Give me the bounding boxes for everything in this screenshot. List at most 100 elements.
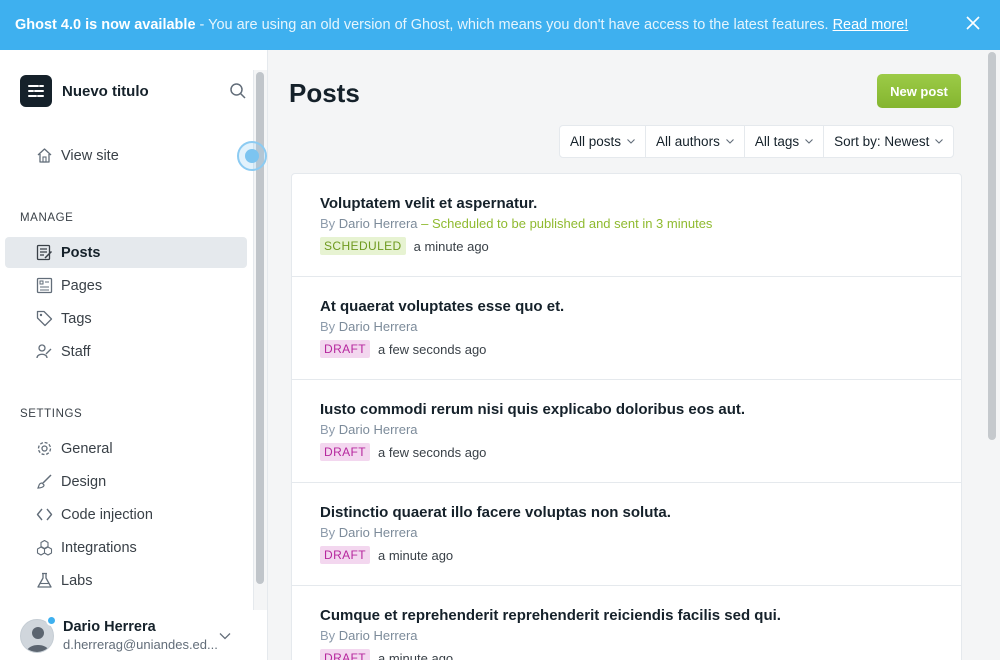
filter-label: All authors [656, 134, 720, 149]
post-filters: All posts All authors All tags Sort by: … [559, 125, 955, 158]
post-author: Dario Herrera [338, 628, 418, 643]
filter-label: All posts [570, 134, 622, 149]
post-meta: By Dario Herrera [320, 319, 418, 334]
banner-read-more-link[interactable]: Read more! [833, 17, 909, 33]
post-meta: By Dario Herrera [320, 422, 418, 437]
page-scrollbar-thumb[interactable] [988, 52, 996, 440]
filter-tag-select[interactable]: All tags [745, 126, 825, 157]
sidebar-item-label: Integrations [61, 539, 137, 556]
post-time: a minute ago [378, 650, 454, 660]
site-logo-icon [20, 75, 52, 107]
post-list-item[interactable]: Voluptatem velit et aspernatur. By Dario… [292, 174, 961, 277]
sidebar-item-labs[interactable]: Labs [5, 565, 247, 596]
status-badge: SCHEDULED [320, 237, 406, 255]
posts-list: Voluptatem velit et aspernatur. By Dario… [291, 173, 962, 660]
sidebar-item-general[interactable]: General [5, 433, 247, 464]
cursor-indicator [237, 141, 267, 171]
post-list-item[interactable]: Distinctio quaerat illo facere voluptas … [292, 483, 961, 586]
post-by: By [320, 525, 336, 540]
post-time: a few seconds ago [378, 444, 487, 460]
sidebar-item-label: Tags [61, 310, 92, 327]
settings-section-title: SETTINGS [20, 408, 83, 420]
sidebar-item-integrations[interactable]: Integrations [5, 532, 247, 563]
sidebar-item-label: General [61, 440, 113, 457]
manage-section-title: MANAGE [20, 212, 74, 224]
gear-icon [37, 441, 52, 456]
sidebar-item-staff[interactable]: Staff [5, 336, 247, 367]
sidebar-item-code-injection[interactable]: Code injection [5, 499, 247, 530]
upgrade-banner: Ghost 4.0 is now available - You are usi… [0, 0, 1000, 50]
brush-icon [37, 474, 52, 489]
banner-headline: Ghost 4.0 is now available [15, 17, 196, 33]
post-by: By [320, 422, 336, 437]
chevron-down-icon [725, 139, 734, 144]
post-author: Dario Herrera [338, 216, 418, 231]
home-icon [37, 148, 52, 163]
filter-label: Sort by: Newest [834, 134, 930, 149]
post-list-item[interactable]: At quaerat voluptates esse quo et. By Da… [292, 277, 961, 380]
post-title[interactable]: At quaerat voluptates esse quo et. [320, 298, 564, 315]
chevron-down-icon [935, 139, 944, 144]
search-icon[interactable] [229, 82, 247, 100]
sidebar-item-view-site[interactable]: View site [5, 140, 247, 171]
post-title[interactable]: Distinctio quaerat illo facere voluptas … [320, 504, 671, 521]
filter-sort-select[interactable]: Sort by: Newest [824, 126, 953, 157]
chevron-down-icon [627, 139, 635, 144]
filter-label: All tags [754, 134, 800, 149]
post-author: Dario Herrera [338, 422, 418, 437]
sidebar-item-posts[interactable]: Posts [5, 237, 247, 268]
status-badge: DRAFT [320, 340, 370, 358]
flask-icon [37, 572, 52, 588]
sidebar-item-tags[interactable]: Tags [5, 303, 247, 334]
sidebar-item-label: Staff [61, 343, 91, 360]
sidebar-item-label: Code injection [61, 506, 153, 523]
filter-author-select[interactable]: All authors [646, 126, 745, 157]
sidebar-item-label: Design [61, 473, 107, 490]
filter-type-select[interactable]: All posts [560, 126, 647, 157]
post-meta: By Dario Herrera – Scheduled to be publi… [320, 216, 712, 231]
user-menu[interactable]: Dario Herrera d.herrerag@uniandes.ed... [20, 615, 240, 656]
post-time: a minute ago [378, 547, 454, 563]
tag-icon [36, 310, 53, 327]
post-title[interactable]: Iusto commodi rerum nisi quis explicabo … [320, 401, 745, 418]
post-by: By [320, 319, 336, 334]
status-badge: DRAFT [320, 443, 370, 461]
new-post-button[interactable]: New post [877, 74, 961, 108]
notification-dot [46, 615, 57, 626]
post-time: a few seconds ago [378, 341, 487, 357]
site-title: Nuevo titulo [62, 82, 149, 100]
user-name: Dario Herrera [63, 619, 156, 635]
user-email: d.herrerag@uniandes.ed... [63, 637, 218, 652]
post-list-item[interactable]: Cumque et reprehenderit reprehenderit re… [292, 586, 961, 660]
post-list-item[interactable]: Iusto commodi rerum nisi quis explicabo … [292, 380, 961, 483]
close-icon[interactable] [964, 14, 982, 32]
sidebar-item-label: Labs [61, 572, 93, 589]
code-icon [36, 508, 53, 521]
status-badge: DRAFT [320, 649, 370, 660]
post-title[interactable]: Voluptatem velit et aspernatur. [320, 195, 537, 212]
sidebar-item-pages[interactable]: Pages [5, 270, 247, 301]
post-by: By [320, 628, 336, 643]
page-title: Posts [289, 78, 360, 108]
posts-icon [36, 244, 53, 261]
post-author: Dario Herrera [338, 525, 418, 540]
post-schedule-note: – Scheduled to be published and sent in … [417, 216, 713, 231]
pages-icon [36, 277, 53, 294]
post-meta: By Dario Herrera [320, 628, 418, 643]
sidebar-item-label: View site [61, 147, 119, 164]
chevron-down-icon[interactable] [219, 632, 231, 640]
post-time: a minute ago [413, 238, 489, 254]
banner-text: - You are using an old version of Ghost,… [199, 17, 829, 33]
status-badge: DRAFT [320, 546, 370, 564]
sidebar-item-label: Pages [61, 277, 103, 294]
chevron-down-icon [805, 139, 813, 144]
post-by: By [320, 216, 336, 231]
post-title[interactable]: Cumque et reprehenderit reprehenderit re… [320, 607, 781, 624]
sidebar-item-label: Posts [61, 244, 101, 261]
sidebar-item-design[interactable]: Design [5, 466, 247, 497]
post-author: Dario Herrera [338, 319, 418, 334]
site-brand[interactable]: Nuevo titulo [20, 75, 149, 107]
integrations-icon [36, 539, 53, 556]
sidebar: Nuevo titulo View site MANAGE Posts Page… [0, 50, 268, 660]
staff-icon [36, 344, 52, 359]
